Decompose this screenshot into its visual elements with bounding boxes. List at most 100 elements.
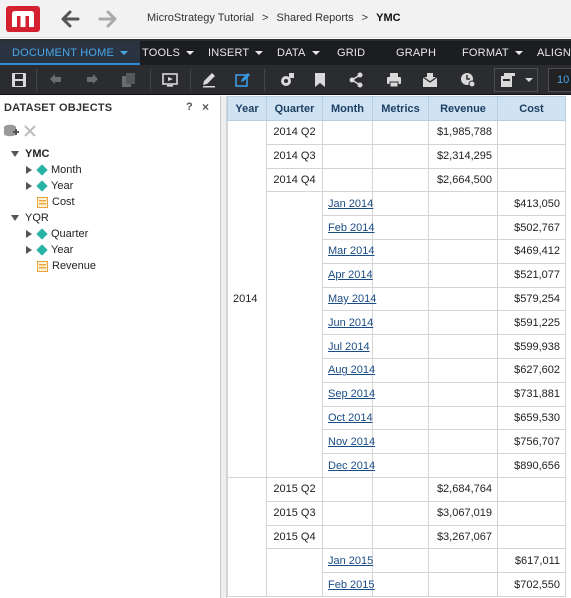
bookmark-icon[interactable] <box>311 71 329 89</box>
menu-tools[interactable]: TOOLS <box>142 41 195 65</box>
menu-data[interactable]: DATA <box>277 41 320 65</box>
expand-down-icon[interactable] <box>11 215 19 222</box>
table-row: 2014 Q3 $2,314,295 <box>228 143 566 169</box>
add-dataset-icon[interactable] <box>3 124 19 138</box>
quarter-cell[interactable] <box>266 548 323 597</box>
month-link[interactable]: Nov 2014 <box>328 436 375 448</box>
revenue-cell: $3,067,019 <box>428 500 498 526</box>
design-mode-icon[interactable] <box>234 71 252 89</box>
month-link[interactable]: Sep 2014 <box>328 388 375 400</box>
print-icon[interactable] <box>385 71 403 89</box>
metrics-cell <box>372 120 429 145</box>
caret-down-icon <box>514 51 523 56</box>
expand-right-icon[interactable] <box>26 230 32 239</box>
quarter-cell[interactable]: 2014 Q2 <box>266 120 323 145</box>
month-link[interactable]: Jun 2014 <box>328 317 373 329</box>
menu-grid[interactable]: GRID <box>337 41 365 65</box>
metrics-cell <box>372 262 429 288</box>
year-cell[interactable] <box>227 476 267 597</box>
presentation-icon[interactable] <box>161 71 179 89</box>
share-icon[interactable] <box>347 71 365 89</box>
microstrategy-logo-icon[interactable] <box>6 6 40 32</box>
menu-label: GRID <box>337 47 366 59</box>
column-header[interactable]: Year <box>227 96 267 121</box>
month-link[interactable]: Oct 2014 <box>328 412 373 424</box>
tree-label: Quarter <box>51 228 89 240</box>
help-icon[interactable]: ? <box>186 101 193 113</box>
remove-icon[interactable] <box>23 124 37 138</box>
month-link[interactable]: Feb 2014 <box>328 222 374 234</box>
tree-node-revenue[interactable]: Revenue <box>37 258 96 274</box>
paste-icon[interactable] <box>119 71 137 89</box>
column-header[interactable]: Metrics <box>372 96 429 121</box>
tree-label: Month <box>51 164 82 176</box>
column-header[interactable]: Cost <box>497 96 566 121</box>
month-link[interactable]: Apr 2014 <box>328 269 373 281</box>
quarter-cell[interactable]: 2015 Q3 <box>266 500 323 526</box>
expand-down-icon[interactable] <box>11 151 19 158</box>
tree-node-quarter[interactable]: Quarter <box>26 226 88 242</box>
menu-align[interactable]: ALIGN <box>537 41 571 65</box>
month-link[interactable]: Feb 2015 <box>328 579 374 591</box>
metrics-cell <box>372 191 429 217</box>
tree-label: Year <box>51 180 74 192</box>
column-header[interactable]: Quarter <box>266 96 323 121</box>
menu-insert[interactable]: INSERT <box>208 41 264 65</box>
quarter-cell[interactable]: 2015 Q2 <box>266 476 323 502</box>
month-cell <box>322 500 373 526</box>
tree-node-year[interactable]: Year <box>26 242 73 258</box>
month-link[interactable]: Dec 2014 <box>328 460 375 472</box>
cost-cell: $890,656 <box>497 453 566 478</box>
tree-node-ymc[interactable]: YMC <box>11 146 49 162</box>
breadcrumb-item[interactable]: MicroStrategy Tutorial <box>147 12 254 24</box>
cost-cell <box>497 167 566 193</box>
undo-icon[interactable] <box>47 71 65 89</box>
tree-node-month[interactable]: Month <box>26 162 82 178</box>
quarter-cell[interactable]: 2014 Q4 <box>266 167 323 193</box>
edit-pencil-icon[interactable] <box>200 71 218 89</box>
metrics-cell <box>372 524 429 550</box>
revenue-cell <box>428 262 498 288</box>
tree-node-yqr[interactable]: YQR <box>11 210 49 226</box>
menu-label: ALIGN <box>537 47 571 59</box>
export-dropdown[interactable] <box>494 68 538 92</box>
expand-right-icon[interactable] <box>26 246 32 255</box>
tree-node-year[interactable]: Year <box>26 178 73 194</box>
revenue-cell <box>428 215 498 240</box>
month-cell <box>322 476 373 502</box>
month-link[interactable]: Mar 2014 <box>328 245 374 257</box>
menu-format[interactable]: FORMAT <box>462 41 523 65</box>
menu-graph[interactable]: GRAPH <box>396 41 436 65</box>
month-link[interactable]: May 2014 <box>328 293 376 305</box>
breadcrumb-item[interactable]: Shared Reports <box>277 12 354 24</box>
revenue-cell <box>428 405 498 431</box>
close-icon[interactable]: × <box>202 100 209 114</box>
column-header[interactable]: Revenue <box>428 96 498 121</box>
expand-right-icon[interactable] <box>26 182 32 191</box>
zoom-field[interactable]: 10 <box>548 68 571 92</box>
back-arrow-icon[interactable] <box>58 8 82 30</box>
quarter-cell[interactable]: 2015 Q4 <box>266 524 323 550</box>
month-link[interactable]: Jan 2014 <box>328 198 373 210</box>
month-link[interactable]: Aug 2014 <box>328 364 375 376</box>
expand-right-icon[interactable] <box>26 166 32 175</box>
breadcrumb: MicroStrategy Tutorial > Shared Reports … <box>147 12 401 24</box>
menu-document-home[interactable]: DOCUMENT HOME <box>0 41 141 65</box>
settings-gear-icon[interactable] <box>278 71 296 89</box>
metrics-cell <box>372 167 429 193</box>
month-link[interactable]: Jan 2015 <box>328 555 373 567</box>
save-icon[interactable] <box>10 71 28 89</box>
menu-label: DOCUMENT HOME <box>12 47 115 59</box>
month-link[interactable]: Jul 2014 <box>328 341 370 353</box>
schedule-icon[interactable] <box>459 71 477 89</box>
quarter-cell[interactable]: 2014 Q3 <box>266 143 323 169</box>
toolbar-separator <box>264 69 265 91</box>
quarter-cell[interactable] <box>266 191 323 478</box>
column-header[interactable]: Month <box>322 96 373 121</box>
redo-icon[interactable] <box>83 71 101 89</box>
email-icon[interactable] <box>421 71 439 89</box>
month-cell: Jul 2014 <box>322 334 373 359</box>
year-cell[interactable]: 2014 <box>227 120 267 478</box>
tree-node-cost[interactable]: Cost <box>37 194 75 210</box>
forward-arrow-icon[interactable] <box>96 8 120 30</box>
